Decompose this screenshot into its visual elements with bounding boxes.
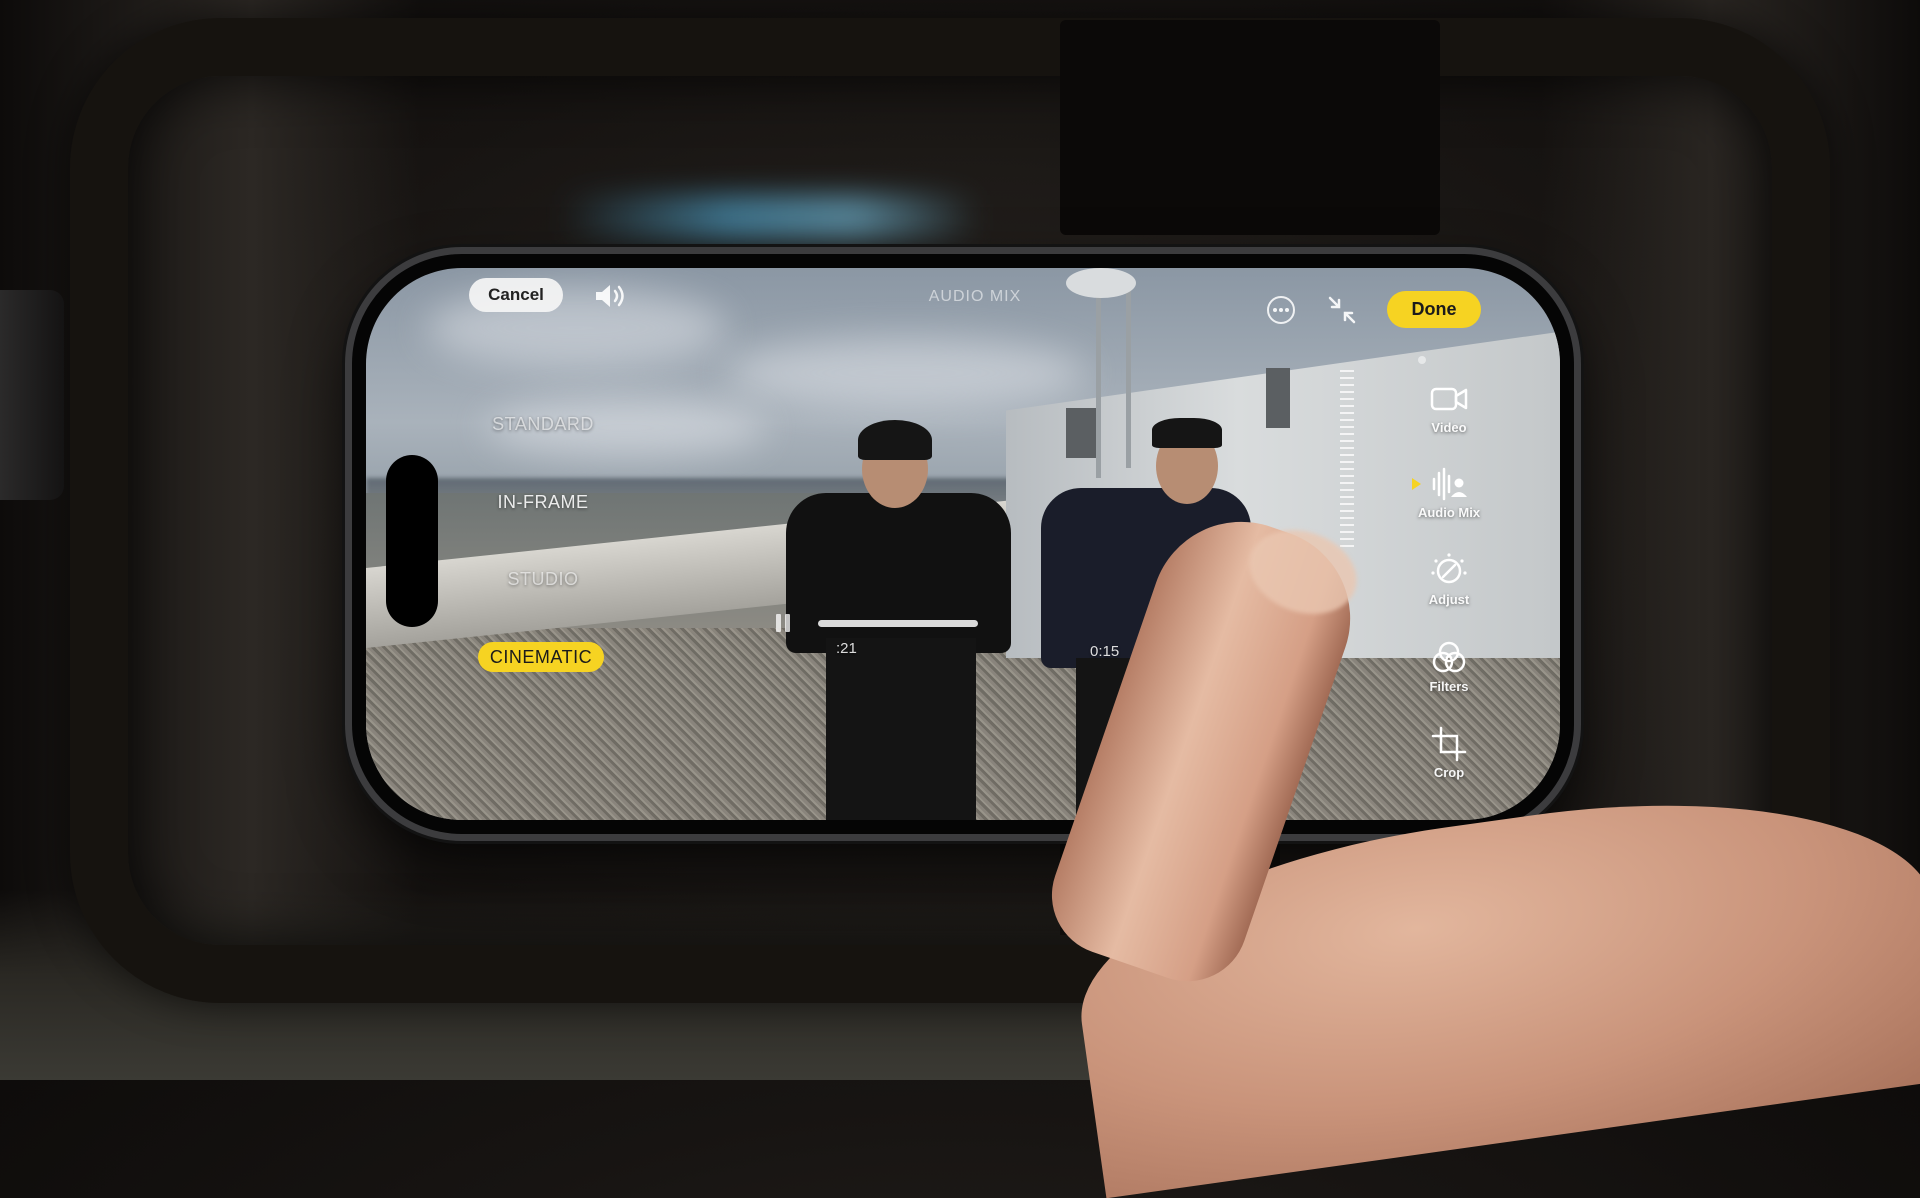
adjust-dial-icon <box>1431 553 1467 584</box>
tool-video-label: Video <box>1431 420 1467 435</box>
tool-audio-mix-label: Audio Mix <box>1417 505 1481 520</box>
mode-title: AUDIO MIX <box>928 288 1022 305</box>
audio-mix-option-cinematic[interactable]: CINEMATIC <box>478 642 604 672</box>
audio-level-meter[interactable] <box>1340 370 1354 550</box>
playback-scrubber[interactable] <box>818 620 978 627</box>
tool-adjust-label: Adjust <box>1428 592 1470 607</box>
tool-adjust[interactable]: Adjust <box>1412 552 1486 607</box>
audio-mix-option-in-frame[interactable]: IN-FRAME <box>468 492 618 513</box>
legs <box>826 638 976 820</box>
end-time: 0:15 <box>1090 643 1120 660</box>
audio-mix-icon <box>1432 467 1467 501</box>
tool-crop-label: Crop <box>1433 765 1465 780</box>
antenna <box>1096 268 1101 478</box>
torso <box>786 493 1011 653</box>
indicator-dot <box>1418 356 1426 364</box>
collapse-arrows-icon[interactable] <box>1326 294 1358 326</box>
current-time: :21 <box>836 640 857 657</box>
audio-mix-option-studio[interactable]: STUDIO <box>468 569 618 590</box>
dynamic-island <box>386 455 438 627</box>
audio-mix-option-standard[interactable]: STANDARD <box>468 414 618 435</box>
cap <box>1152 418 1222 448</box>
rig-light-glow <box>560 195 980 240</box>
pause-icon[interactable] <box>776 614 792 632</box>
cancel-button[interactable]: Cancel <box>469 278 563 312</box>
rig-side-knob <box>0 290 64 500</box>
cloud <box>726 338 1086 408</box>
video-preview[interactable] <box>366 268 1560 820</box>
antenna <box>1126 278 1131 468</box>
tool-video[interactable]: Video <box>1412 380 1486 435</box>
tool-audio-mix[interactable]: Audio Mix <box>1412 465 1486 520</box>
rig-top-bracket <box>1060 20 1440 235</box>
tool-filters[interactable]: Filters <box>1412 639 1486 694</box>
satellite-dish <box>1066 268 1136 298</box>
filters-icon <box>1432 641 1466 673</box>
building-window <box>1066 408 1098 458</box>
done-button[interactable]: Done <box>1387 291 1481 328</box>
tool-crop[interactable]: Crop <box>1412 725 1486 780</box>
speaker-volume-icon[interactable] <box>593 282 633 310</box>
building-window <box>1266 368 1290 428</box>
video-camera-icon <box>1430 387 1468 411</box>
beanie <box>858 420 932 460</box>
more-options-icon[interactable] <box>1265 294 1297 326</box>
tool-filters-label: Filters <box>1429 679 1469 694</box>
crop-icon <box>1431 726 1467 762</box>
